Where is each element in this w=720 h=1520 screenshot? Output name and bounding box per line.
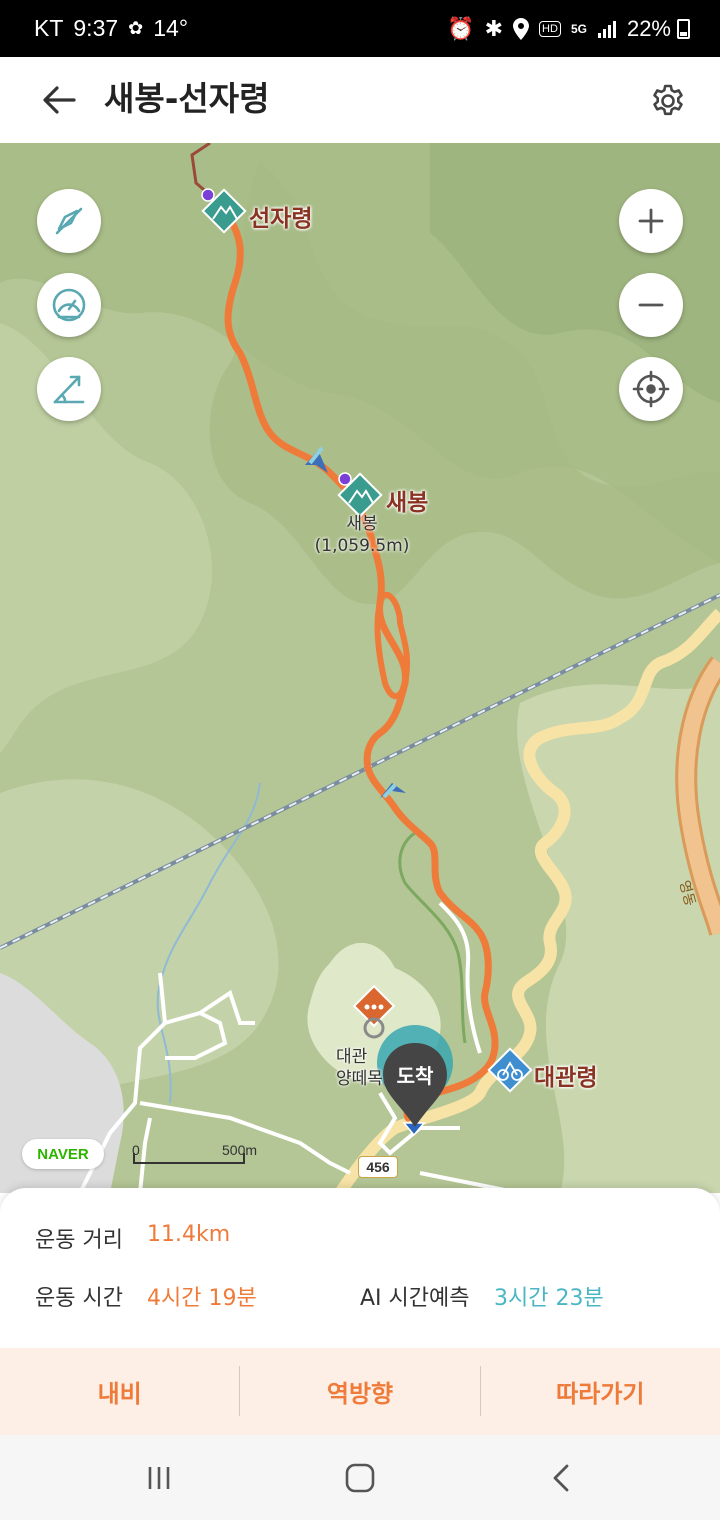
hd-badge: HD [539,20,561,37]
system-nav-bar [0,1435,720,1520]
carrier-text: KT [34,15,64,41]
ranch-label-line1: 대관 [336,1047,368,1067]
slope-button[interactable] [37,357,101,421]
recent-apps-button[interactable] [129,1453,189,1503]
crosshair-icon [632,370,670,408]
naver-logo: NAVER [22,1139,104,1169]
settings-button[interactable] [646,79,690,123]
peak-label-seonjaryeong[interactable]: 선자령 [249,199,312,233]
locate-button[interactable] [619,357,683,421]
temperature-text: 14° [153,15,189,41]
route-info-panel: 운동 거리 11.4km 운동 시간 4시간 19분 AI 시간예측 3시간 2… [0,1188,720,1348]
page-title: 새봉-선자령 [104,79,270,118]
location-icon [513,17,530,40]
map-view[interactable]: 도착 선자령 새봉 새봉 (1,059.5m) 대관령 대관 양떼목 영동 NA… [0,143,720,1193]
plus-icon [638,208,664,234]
status-right: ⏰ ✱ HD 5G 22% [437,0,690,57]
ranch-label-line2: 양떼목 [336,1069,383,1089]
weather-icon: ✿ [128,18,144,38]
ranch-label: 대관 양떼목 [336,1046,396,1090]
speedometer-button[interactable] [37,273,101,337]
status-bar: KT 9:37 ✿ 14° ⏰ ✱ HD 5G 22% [0,0,720,57]
ai-estimate-value: 3시간 23분 [494,1286,604,1311]
back-button[interactable] [36,77,82,123]
scale-zero: 0 [132,1142,140,1158]
time-value: 4시간 19분 [147,1286,257,1311]
compass-off-button[interactable] [37,189,101,253]
slope-icon [53,375,85,404]
back-nav-button[interactable] [532,1453,592,1503]
pass-label-daegwallyeong[interactable]: 대관령 [534,1058,597,1092]
time-label: 운동 시간 [35,1286,123,1311]
road-number-badge: 456 [358,1156,398,1178]
map-terrain [0,143,720,1193]
distance-value: 11.4km [147,1222,231,1247]
ai-estimate-label: AI 시간예측 [360,1286,470,1311]
recent-apps-icon [148,1467,170,1489]
follow-button[interactable]: 따라가기 [481,1348,720,1435]
chevron-left-icon [553,1464,569,1492]
arrow-left-icon [43,86,76,114]
zoom-out-button[interactable] [619,273,683,337]
peak-label-saebong[interactable]: 새봉 [386,483,428,517]
navi-button[interactable]: 내비 [0,1348,239,1435]
home-icon [345,1463,375,1493]
gear-icon [653,84,683,116]
saebong-elevation: (1,059.5m) [314,536,410,556]
saebong-sub-name: 새봉 [346,514,378,534]
battery-icon [677,18,690,39]
reverse-button[interactable]: 역방향 [240,1348,479,1435]
signal-icon [597,19,617,39]
clock-text: 9:37 [73,15,119,41]
status-left: KT 9:37 ✿ 14° [34,0,198,57]
network-type-text: 5G [570,21,587,36]
zoom-in-button[interactable] [619,189,683,253]
minus-icon [638,303,664,307]
battery-percent: 22% [626,15,671,41]
action-bar: 내비 역방향 따라가기 [0,1348,720,1435]
app-header: 새봉-선자령 [0,57,720,143]
home-button[interactable] [330,1453,390,1503]
scale-distance: 500m [222,1142,258,1158]
compass-off-icon [55,207,83,235]
saebong-detail: 새봉 (1,059.5m) [314,513,410,557]
bluetooth-icon: ✱ [484,15,504,41]
alarm-icon: ⏰ [447,15,475,41]
speedometer-icon [52,288,86,322]
distance-label: 운동 거리 [35,1228,123,1253]
